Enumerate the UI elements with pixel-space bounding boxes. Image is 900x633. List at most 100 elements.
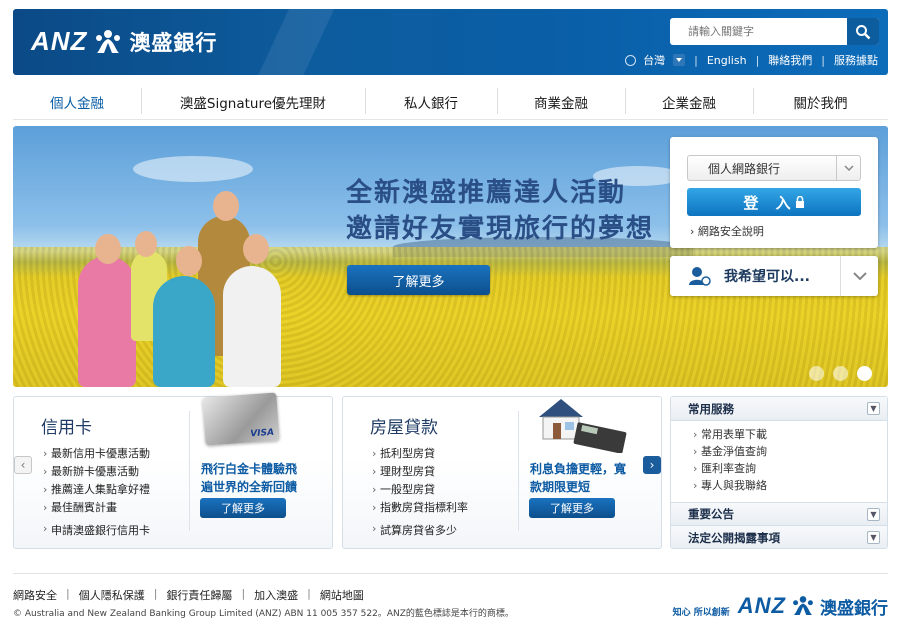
list-item[interactable]: 理財型房貸 — [372, 463, 468, 481]
chevron-down-icon: ▼ — [867, 531, 880, 544]
hero-title-line2: 邀請好友實現旅行的夢想 — [346, 214, 655, 244]
services-links: 常用表單下載 基金淨值查詢 匯利率查詢 專人與我聯絡 — [671, 421, 887, 502]
person-head — [213, 191, 239, 221]
user-icon — [689, 267, 711, 286]
announcements-title: 重要公告 — [688, 507, 734, 521]
footer-link[interactable]: 加入澳盛 — [254, 587, 298, 603]
home-loan-title[interactable]: 房屋貸款 — [370, 413, 438, 438]
chevron-down-icon — [836, 156, 860, 180]
branches-link[interactable]: 服務據點 — [834, 52, 878, 68]
lock-icon — [795, 196, 804, 208]
divider — [189, 411, 190, 531]
home-loan-panel: 房屋貸款 抵利型房貸 理財型房貸 一般型房貸 指數房貸指標利率 試算房貸省多少 … — [342, 396, 662, 549]
house-calculator-image — [539, 399, 627, 453]
footer-divider — [13, 573, 888, 574]
globe-icon — [625, 54, 637, 66]
chevron-down-icon: ▼ — [867, 402, 880, 415]
loan-promo-title[interactable]: 利息負擔更輕，寬 款期限更短 — [530, 460, 626, 496]
carousel-dot[interactable] — [809, 366, 824, 381]
nav-business-banking[interactable]: 商業金融 — [497, 84, 625, 119]
security-info-link[interactable]: › 網路安全說明 — [690, 223, 764, 239]
footer-logo-chinese-name: 澳盛銀行 — [820, 598, 888, 619]
person-head — [135, 231, 157, 257]
list-item[interactable]: 常用表單下載 — [693, 426, 887, 443]
wish-dropdown[interactable]: 我希望可以... — [670, 256, 878, 296]
prev-arrow-icon[interactable]: ‹ — [14, 456, 32, 474]
region-dropdown-icon[interactable] — [673, 54, 686, 66]
loan-learn-more-button[interactable]: 了解更多 — [529, 498, 615, 518]
promo-line: 款期限更短 — [530, 480, 591, 494]
list-item[interactable]: 推薦達人集點拿好禮 — [43, 481, 150, 499]
services-panel: 常用服務 ▼ 常用表單下載 基金淨值查詢 匯利率查詢 專人與我聯絡 重要公告 ▼… — [670, 396, 888, 549]
card-brand-label: VISA — [249, 427, 275, 440]
english-link[interactable]: English — [707, 54, 747, 67]
nav-about-us[interactable]: 關於我們 — [753, 84, 888, 119]
nav-corporate-banking[interactable]: 企業金融 — [625, 84, 753, 119]
list-item[interactable]: 基金淨值查詢 — [693, 443, 887, 460]
login-button-label: 登 入 — [743, 193, 797, 212]
carousel-dots — [809, 366, 872, 381]
anz-logo[interactable]: ANZ 澳盛銀行 — [31, 26, 217, 57]
chevron-down-icon: ▼ — [867, 508, 880, 521]
footer-link[interactable]: 網站地圖 — [320, 587, 364, 603]
search-input[interactable] — [670, 18, 847, 45]
search-bar — [670, 18, 879, 45]
anz-men-icon — [96, 29, 121, 53]
next-arrow-icon[interactable]: › — [643, 456, 661, 474]
person-figure — [78, 256, 136, 387]
login-button[interactable]: 登 入 — [687, 188, 861, 216]
person-head — [95, 234, 121, 264]
announcements-header[interactable]: 重要公告 ▼ — [671, 502, 887, 526]
nav-personal-banking[interactable]: 個人金融 — [13, 84, 141, 119]
hero-title: 全新澳盛推薦達人活動 邀請好友實現旅行的夢想 — [346, 175, 654, 247]
login-panel: 個人網路銀行 登 入 › 網路安全說明 — [670, 137, 878, 248]
credit-card-title[interactable]: 信用卡 — [41, 413, 92, 438]
carousel-dot-active[interactable] — [857, 366, 872, 381]
search-button[interactable] — [847, 18, 879, 45]
credit-card-links: 最新信用卡優惠活動 最新辦卡優惠活動 推薦達人集點拿好禮 最佳酬賓計畫 — [43, 445, 150, 517]
home-loan-links: 抵利型房貸 理財型房貸 一般型房貸 指數房貸指標利率 — [372, 445, 468, 517]
site-header: ANZ 澳盛銀行 台灣 | English | 聯絡我們 | 服務據點 — [13, 9, 888, 75]
footer-link[interactable]: 銀行責任歸屬 — [166, 587, 232, 603]
list-item[interactable]: 最新信用卡優惠活動 — [43, 445, 150, 463]
carousel-dot[interactable] — [833, 366, 848, 381]
nav-private-banking[interactable]: 私人銀行 — [365, 84, 497, 119]
person-figure — [153, 276, 215, 387]
cloud — [133, 156, 253, 182]
footer-link[interactable]: 個人隱私保護 — [79, 587, 145, 603]
utility-links: 台灣 | English | 聯絡我們 | 服務據點 — [625, 52, 878, 68]
footer-links: 網路安全 | 個人隱私保護 | 銀行責任歸屬 | 加入澳盛 | 網站地圖 — [13, 587, 364, 603]
list-item[interactable]: 匯利率查詢 — [693, 460, 887, 477]
search-icon — [856, 24, 871, 39]
wish-label: 我希望可以... — [724, 269, 810, 285]
loan-calculator-link[interactable]: 試算房貸省多少 — [372, 522, 457, 538]
login-type-value: 個人網路銀行 — [708, 161, 781, 176]
chevron-down-icon — [840, 256, 878, 296]
list-item[interactable]: 抵利型房貸 — [372, 445, 468, 463]
region-label[interactable]: 台灣 — [643, 52, 665, 68]
hero-learn-more-button[interactable]: 了解更多 — [347, 265, 490, 295]
footer-link[interactable]: 網路安全 — [13, 587, 57, 603]
logo-chinese-name: 澳盛銀行 — [129, 30, 218, 55]
list-item[interactable]: 最新辦卡優惠活動 — [43, 463, 150, 481]
card-learn-more-button[interactable]: 了解更多 — [200, 498, 286, 518]
list-item[interactable]: 專人與我聯絡 — [693, 477, 887, 494]
services-header[interactable]: 常用服務 ▼ — [671, 397, 887, 421]
nav-signature[interactable]: 澳盛Signature優先理財 — [141, 84, 365, 119]
promo-line: 飛行白金卡體驗飛 — [201, 462, 298, 476]
footer-slogan: 知心 所以創新 — [672, 607, 730, 618]
security-info-label: 網路安全說明 — [697, 225, 764, 238]
main-nav: 個人金融 澳盛Signature優先理財 私人銀行 商業金融 企業金融 關於我們 — [13, 84, 888, 120]
list-item[interactable]: 一般型房貸 — [372, 481, 468, 499]
disclosure-header[interactable]: 法定公開揭露事項 ▼ — [671, 526, 887, 548]
header-stripe — [243, 9, 363, 75]
apply-card-link[interactable]: 申請澳盛銀行信用卡 — [43, 522, 150, 538]
list-item[interactable]: 指數房貸指標利率 — [372, 499, 468, 517]
copyright-text: © Australia and New Zealand Banking Grou… — [13, 609, 514, 619]
list-item[interactable]: 最佳酬賓計畫 — [43, 499, 150, 517]
login-type-select[interactable]: 個人網路銀行 — [687, 155, 861, 181]
contact-link[interactable]: 聯絡我們 — [768, 52, 812, 68]
card-promo-title[interactable]: 飛行白金卡體驗飛 遍世界的全新回饋 — [201, 460, 297, 496]
person-head — [243, 234, 269, 264]
anz-men-icon — [793, 596, 813, 616]
